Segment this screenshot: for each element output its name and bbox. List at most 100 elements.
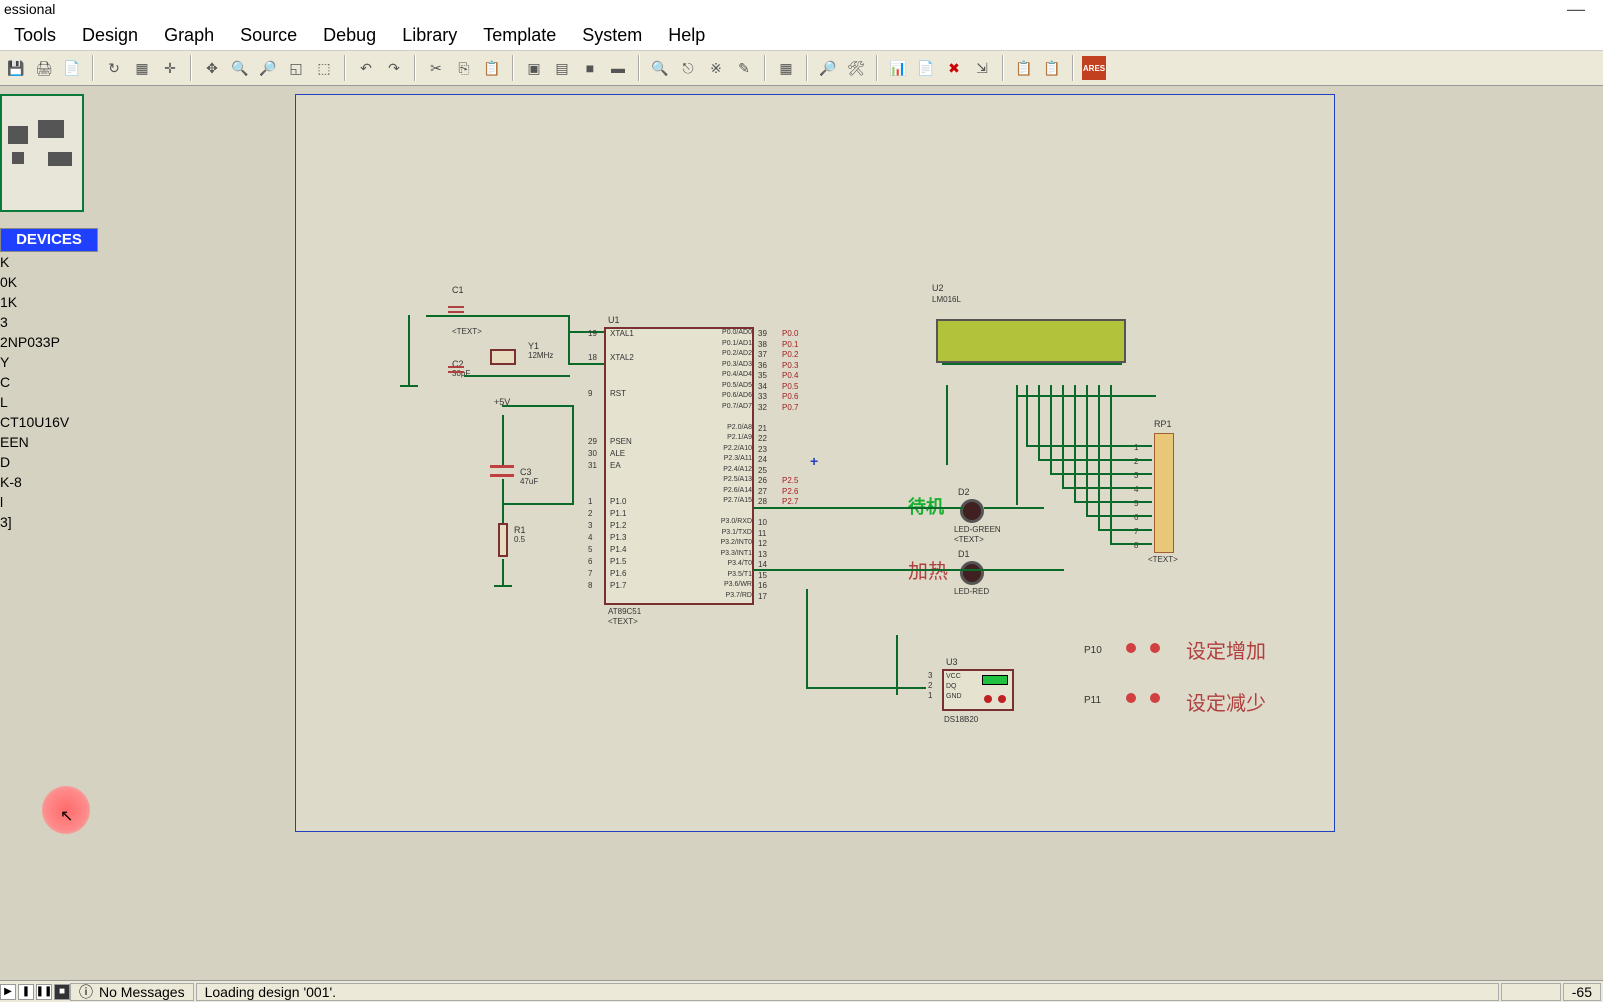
menu-graph[interactable]: Graph [164, 25, 214, 46]
pin-name: P0.0/AD0 [708, 329, 752, 336]
menu-source[interactable]: Source [240, 25, 297, 46]
pin-name: P3.1/TXD [708, 529, 752, 536]
zoom-area-icon[interactable]: ⬚ [312, 56, 336, 80]
device-item[interactable]: 2NP033P [0, 332, 98, 352]
device-item[interactable]: 3 [0, 312, 98, 332]
loading-text: Loading design '001'. [205, 984, 336, 1000]
menu-template[interactable]: Template [483, 25, 556, 46]
save-icon[interactable]: 💾 [4, 56, 28, 80]
device-item[interactable]: CT10U16V [0, 412, 98, 432]
device-item[interactable]: 3] [0, 512, 98, 532]
device-item[interactable]: 0K [0, 272, 98, 292]
cut-icon[interactable]: ✂ [424, 56, 448, 80]
pause-button[interactable]: ❚❚ [36, 984, 52, 1000]
d2-text: <TEXT> [954, 535, 984, 544]
zoom-fit-icon[interactable]: ◱ [284, 56, 308, 80]
refresh-icon[interactable]: ↻ [102, 56, 126, 80]
copy-icon[interactable]: ⎘ [452, 56, 476, 80]
pin-name: PSEN [610, 437, 632, 446]
pin-name: P1.0 [610, 497, 626, 506]
pin-num: 16 [758, 581, 767, 590]
undo-icon[interactable]: ↶ [354, 56, 378, 80]
pin-name: P3.3/INT1 [708, 550, 752, 557]
menu-debug[interactable]: Debug [323, 25, 376, 46]
bom2-icon[interactable]: 📋 [1040, 56, 1064, 80]
messages-panel[interactable]: ⓘ No Messages [70, 983, 194, 1001]
device-list[interactable]: K 0K 1K 3 2NP033P Y C L CT10U16V EEN D K… [0, 252, 98, 532]
menu-help[interactable]: Help [668, 25, 705, 46]
grid-icon[interactable]: ▦ [130, 56, 154, 80]
pin-name: P2.4/A12 [708, 466, 752, 473]
probe-icon[interactable]: ⎋ [676, 56, 700, 80]
device-item[interactable]: l [0, 492, 98, 512]
device-item[interactable]: 1K [0, 292, 98, 312]
tool-icon[interactable]: 🛠 [844, 56, 868, 80]
pin-name: P1.7 [610, 581, 626, 590]
netlist-icon[interactable]: ⇲ [970, 56, 994, 80]
pin-num: 21 [758, 424, 767, 433]
device-item[interactable]: L [0, 392, 98, 412]
c1-ref: C1 [452, 285, 464, 295]
pin-num: 31 [588, 461, 597, 470]
menu-library[interactable]: Library [402, 25, 457, 46]
net-icon[interactable]: ※ [704, 56, 728, 80]
block-icon[interactable]: ▣ [522, 56, 546, 80]
menu-system[interactable]: System [582, 25, 642, 46]
play-button[interactable]: ▶ [0, 984, 16, 1000]
device-item[interactable]: K-8 [0, 472, 98, 492]
pan-icon[interactable]: ✥ [200, 56, 224, 80]
bus-label: P0.0 [782, 329, 798, 338]
device-item[interactable]: C [0, 372, 98, 392]
erc-icon[interactable]: ✖ [942, 56, 966, 80]
bus-label: P2.7 [782, 497, 798, 506]
zoom-out-icon[interactable]: 🔎 [256, 56, 280, 80]
block3-icon[interactable]: ■ [578, 56, 602, 80]
res-r1 [498, 523, 508, 557]
redo-icon[interactable]: ↷ [382, 56, 406, 80]
block2-icon[interactable]: ▤ [550, 56, 574, 80]
overview-panel[interactable] [0, 94, 84, 212]
title-bar: essional — [0, 0, 1603, 20]
messages-text: No Messages [99, 984, 185, 1000]
pin-num: 13 [758, 550, 767, 559]
report-icon[interactable]: 📊 [886, 56, 910, 80]
inc-label: 设定增加 [1186, 635, 1266, 664]
device-item[interactable]: Y [0, 352, 98, 372]
bus-label: P0.3 [782, 361, 798, 370]
origin-icon[interactable]: ✛ [158, 56, 182, 80]
page-icon[interactable]: 📄 [60, 56, 84, 80]
block4-icon[interactable]: ▬ [606, 56, 630, 80]
workspace: DEVICES K 0K 1K 3 2NP033P Y C L CT10U16V… [0, 86, 1603, 980]
u3-pin-vcc: VCC [946, 673, 961, 680]
minimize-button[interactable]: — [1567, 0, 1585, 18]
new-sheet-icon[interactable]: 📄 [914, 56, 938, 80]
device-item[interactable]: EEN [0, 432, 98, 452]
search-icon[interactable]: 🔎 [816, 56, 840, 80]
pin-num: 10 [758, 518, 767, 527]
step-button[interactable]: ❚ [18, 984, 34, 1000]
pin-name: P1.5 [610, 557, 626, 566]
chip-icon[interactable]: ▦ [774, 56, 798, 80]
bus-label: P0.5 [782, 382, 798, 391]
schematic-canvas[interactable]: C1 <TEXT> C2 30pF Y1 12MHz +5V C3 47uF R… [100, 86, 1603, 980]
bus-label: P2.6 [782, 487, 798, 496]
schematic-sheet: C1 <TEXT> C2 30pF Y1 12MHz +5V C3 47uF R… [295, 94, 1335, 832]
d2-part: LED-GREEN [954, 525, 1001, 534]
pin-name: P1.2 [610, 521, 626, 530]
device-item[interactable]: D [0, 452, 98, 472]
device-item[interactable]: K [0, 252, 98, 272]
title-text: essional [4, 1, 55, 17]
ares-icon[interactable]: ARES [1082, 56, 1106, 80]
menu-tools[interactable]: Tools [14, 25, 56, 46]
zoom-in-icon[interactable]: 🔍 [228, 56, 252, 80]
zoom2-icon[interactable]: 🔍 [648, 56, 672, 80]
bus-label: P0.4 [782, 371, 798, 380]
paste-icon[interactable]: 📋 [480, 56, 504, 80]
bom-icon[interactable]: 📋 [1012, 56, 1036, 80]
stop-button[interactable]: ■ [54, 984, 70, 1000]
menu-design[interactable]: Design [82, 25, 138, 46]
print-icon[interactable]: 🖨 [32, 56, 56, 80]
pin-name: EA [610, 461, 621, 470]
wand-icon[interactable]: ✎ [732, 56, 756, 80]
dec-label: 设定减少 [1186, 687, 1266, 716]
